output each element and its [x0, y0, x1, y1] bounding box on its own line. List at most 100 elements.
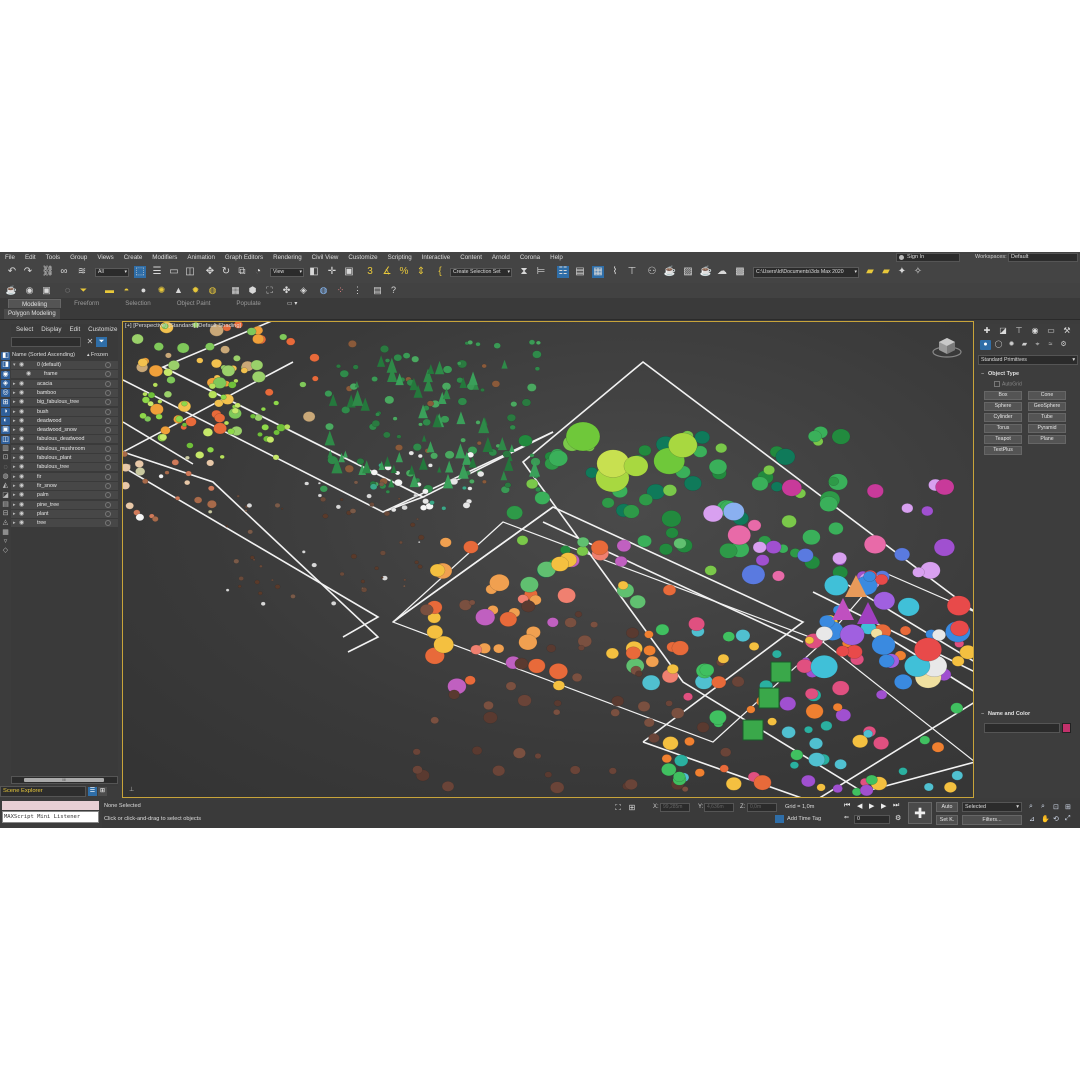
layer-row[interactable]: ▸ ◉ fabulous_plant [11, 454, 118, 463]
viewport-layout-icon[interactable]: ⊟ [1, 510, 10, 518]
percent-snap-icon[interactable]: % [398, 266, 410, 278]
expand-arrow-icon[interactable]: ▸ [13, 418, 16, 424]
lights-icon[interactable]: ✹ [1006, 340, 1017, 350]
viewport-layout-icon[interactable]: ◎ [1, 389, 10, 398]
visibility-eye-icon[interactable]: ◉ [26, 370, 31, 377]
primitive-cylinder-button[interactable]: Cylinder [984, 413, 1022, 422]
visibility-eye-icon[interactable]: ◉ [19, 482, 24, 489]
viewport-layout-icon[interactable]: ◉ [1, 370, 10, 379]
viewport-layout-icon[interactable]: ◈ [1, 379, 10, 388]
visibility-eye-icon[interactable]: ◉ [19, 510, 24, 517]
ribbon-options-icon[interactable]: ▭ ▾ [274, 299, 311, 308]
freeze-toggle-icon[interactable] [105, 473, 111, 480]
dome-icon[interactable]: ◓ [121, 285, 132, 296]
select-manipulate-icon[interactable]: ✛ [326, 266, 338, 278]
clear-search-icon[interactable]: ✕ [85, 337, 95, 347]
systems-icon[interactable]: ⚙ [1058, 340, 1069, 350]
viewport-layout-icon[interactable]: ◐ [1, 417, 10, 426]
ambient-icon[interactable]: ◍ [207, 285, 218, 296]
explorer-menu-customize[interactable]: Customize [83, 326, 120, 333]
key-mode-icon[interactable]: ⇐ [844, 814, 849, 821]
rectangular-selection-icon[interactable]: ▭ [168, 266, 180, 278]
autogrid-checkbox[interactable]: AutoGrid [994, 381, 1022, 387]
log-icon[interactable]: ▤ [372, 285, 383, 296]
viewcube-icon[interactable] [931, 332, 963, 360]
mesh-icon[interactable]: ⬢ [247, 285, 258, 296]
reference-coord-dropdown[interactable]: View [270, 268, 304, 277]
freeze-toggle-icon[interactable] [105, 371, 111, 378]
visibility-eye-icon[interactable]: ◉ [19, 519, 24, 526]
next-frame-icon[interactable]: ▶ [881, 802, 886, 810]
freeze-toggle-icon[interactable] [105, 399, 111, 406]
redo-icon[interactable]: ↷ [22, 266, 34, 278]
zoom-extents-icon[interactable]: ⊡ [1053, 803, 1059, 811]
expand-arrow-icon[interactable]: ▸ [13, 502, 16, 508]
ribbon-tab-populate[interactable]: Populate [223, 299, 273, 308]
menu-civil-view[interactable]: Civil View [307, 254, 344, 261]
spinner-snap-icon[interactable]: ⇕ [415, 266, 427, 278]
current-frame-field[interactable]: 0 [854, 815, 890, 824]
material-editor-icon[interactable]: ⚇ [646, 266, 658, 278]
visibility-eye-icon[interactable]: ◉ [19, 417, 24, 424]
decal-icon[interactable]: ◈ [298, 285, 309, 296]
expand-arrow-icon[interactable]: ▸ [13, 409, 16, 415]
ribbon-tab-object-paint[interactable]: Object Paint [164, 299, 224, 308]
freeze-toggle-icon[interactable] [105, 501, 111, 508]
menu-customize[interactable]: Customize [343, 254, 382, 261]
visibility-eye-icon[interactable]: ◉ [19, 445, 24, 452]
viewport-layout-icon[interactable]: ◫ [1, 435, 10, 444]
help-icon[interactable]: ? [388, 285, 399, 296]
modify-tab-icon[interactable]: ◪ [997, 326, 1009, 337]
play-icon[interactable]: ▶ [869, 802, 874, 810]
freeze-toggle-icon[interactable] [105, 380, 111, 387]
geometry-icon[interactable]: ● [980, 340, 991, 350]
expand-arrow-icon[interactable]: ▸ [13, 520, 16, 526]
column-name[interactable]: Name (Sorted Ascending) [12, 352, 75, 358]
keyboard-shortcut-icon[interactable]: ▣ [343, 266, 355, 278]
layer-row[interactable]: ▸ ◉ acacia [11, 379, 118, 389]
visibility-eye-icon[interactable]: ◉ [19, 501, 24, 508]
primitive-torus-button[interactable]: Torus [984, 424, 1022, 433]
expand-arrow-icon[interactable]: ▸ [13, 427, 16, 433]
rendered-frame-window-icon[interactable]: ▨ [682, 266, 694, 278]
viewport-layout-icon[interactable]: ▥ [1, 445, 10, 453]
corona-icon[interactable]: ✦ [896, 266, 908, 278]
expand-arrow-icon[interactable]: ▸ [13, 464, 16, 470]
visibility-eye-icon[interactable]: ◉ [19, 473, 24, 480]
auto-key-button[interactable]: Auto [936, 802, 958, 812]
pivot-icon[interactable]: ◧ [308, 266, 320, 278]
cone-light-icon[interactable]: ▲ [173, 285, 184, 296]
freeze-toggle-icon[interactable] [105, 408, 111, 415]
primitive-teapot-button[interactable]: Teapot [984, 435, 1022, 444]
viewport-layout-icon[interactable]: ▦ [1, 529, 10, 537]
material-box-icon[interactable]: ▬ [104, 285, 115, 296]
visibility-eye-icon[interactable]: ◉ [19, 454, 24, 461]
corona-render-icon[interactable]: ✧ [912, 266, 924, 278]
sphere-light-icon[interactable]: ◉ [24, 285, 35, 296]
freeze-toggle-icon[interactable] [105, 520, 111, 527]
scene-explorer-toggle-icon[interactable]: ☷ [557, 266, 569, 278]
scale-icon[interactable]: ⧉ [236, 266, 248, 278]
helpers-icon[interactable]: ⌖ [1032, 340, 1043, 350]
layer-row[interactable]: ▸ ◉ fabulous_mushroom [11, 444, 118, 454]
create-tab-icon[interactable]: ✚ [981, 326, 993, 337]
key-filters-button[interactable]: Filters... [962, 815, 1022, 825]
primitive-category-dropdown[interactable]: Standard Primitives [978, 355, 1078, 365]
menu-help[interactable]: Help [545, 254, 568, 261]
viewport-layout-icon[interactable]: ◇ [1, 547, 10, 555]
curve-editor-icon[interactable]: ⌇ [609, 266, 621, 278]
layer-row[interactable]: ▸ ◉ deadwood [11, 416, 118, 426]
layer-row[interactable]: ▸ ◉ tree [11, 519, 118, 529]
time-config-icon[interactable]: ⚙ [895, 814, 901, 822]
layer-row[interactable]: ▸ ◉ plant [11, 509, 118, 519]
freeze-toggle-icon[interactable] [105, 464, 111, 471]
explorer-menu-edit[interactable]: Edit [65, 326, 84, 333]
primitive-textplus-button[interactable]: TextPlus [984, 446, 1022, 455]
viewport-label[interactable]: [+] [Perspective] [Standard] [Default Sh… [125, 323, 241, 329]
selection-filter-dropdown[interactable]: All [95, 268, 129, 277]
select-object-icon[interactable]: ⬚ [134, 266, 146, 278]
project-folder-dropdown[interactable]: C:\Users\Id\Documents\3ds Max 2020 [753, 267, 859, 278]
layer-row[interactable]: ▸ ◉ bush [11, 407, 118, 417]
window-crossing-icon[interactable]: ◫ [184, 266, 196, 278]
add-time-tag[interactable]: Add Time Tag [787, 816, 821, 822]
